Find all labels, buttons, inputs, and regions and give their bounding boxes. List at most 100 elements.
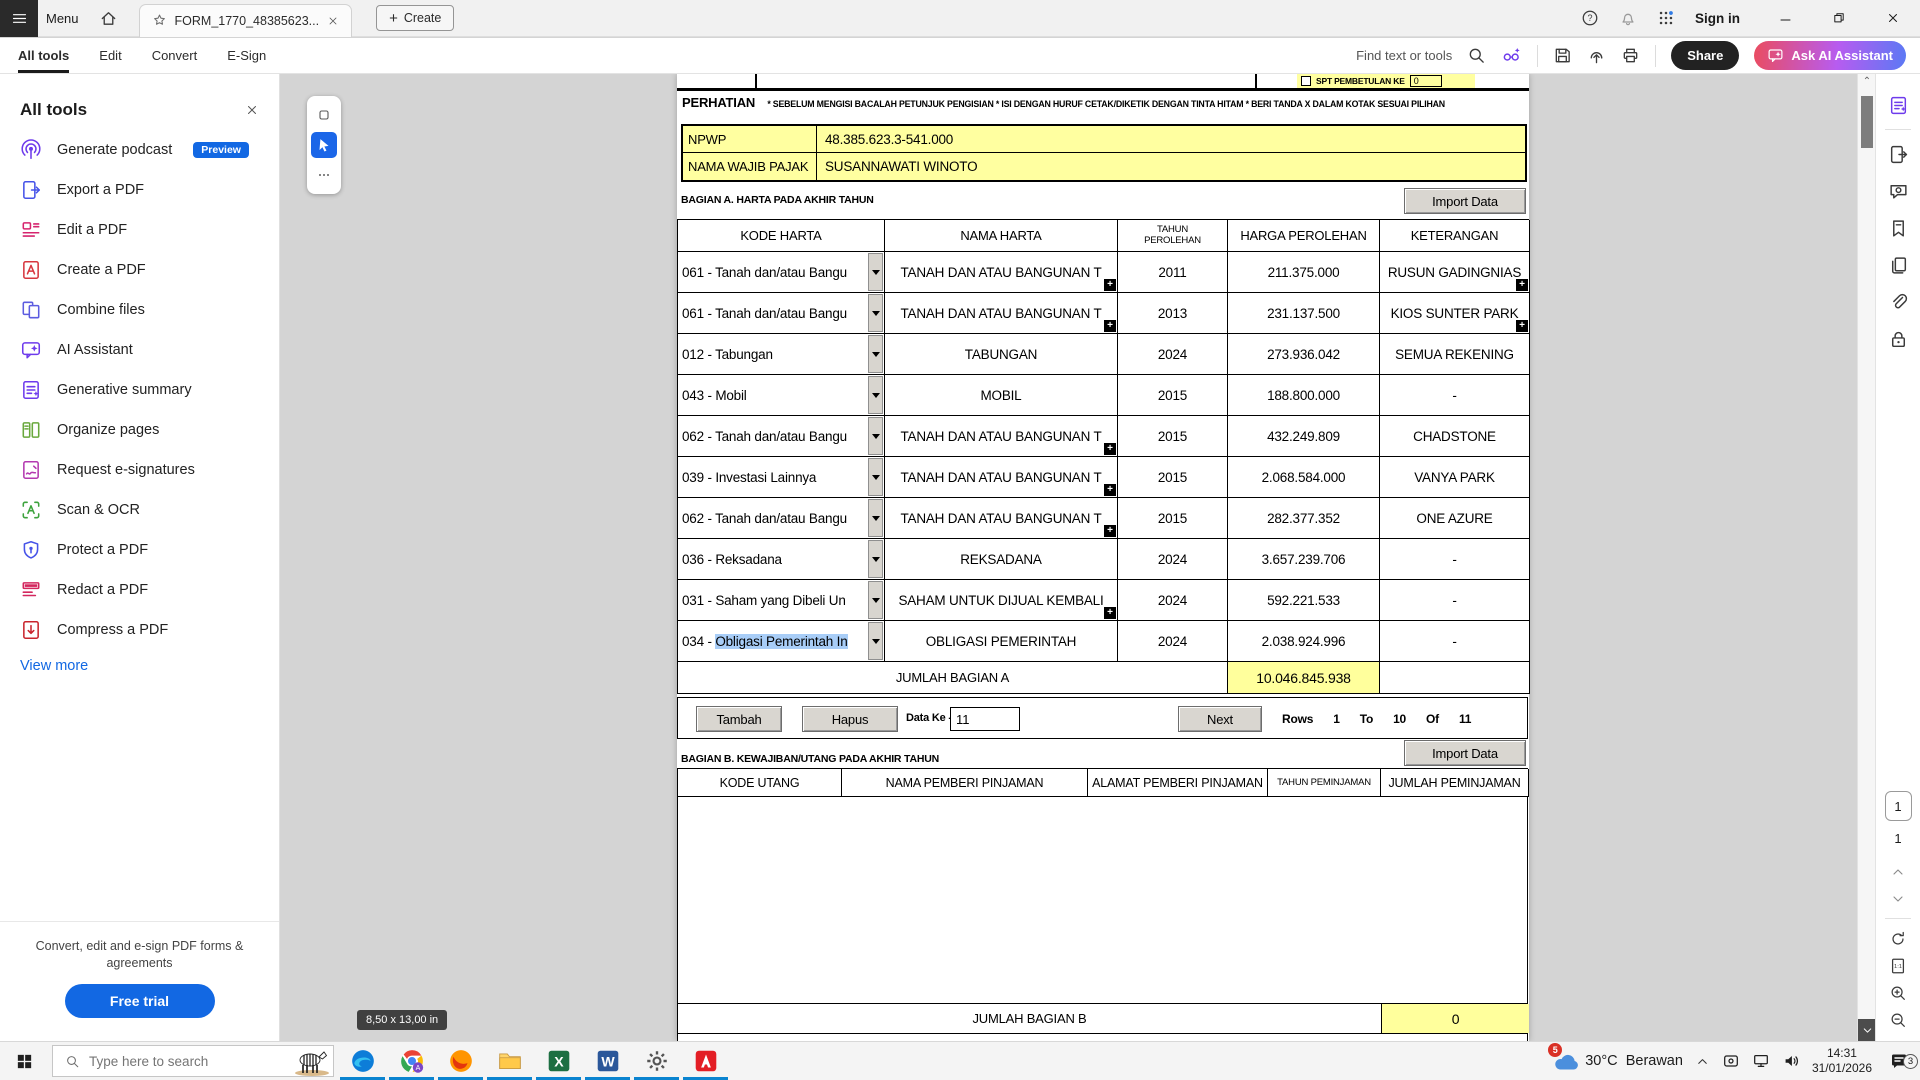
taskbar-app-word[interactable]: W (583, 1042, 632, 1080)
sidebar-item-create-a-pdf[interactable]: Create a PDF (0, 250, 279, 290)
scroll-down-button[interactable] (1858, 1019, 1876, 1041)
close-button[interactable] (1876, 0, 1910, 37)
spt-checkbox[interactable] (1301, 76, 1311, 86)
sidebar-item-ai-assistant[interactable]: AI Assistant (0, 330, 279, 370)
kode-harta-dropdown[interactable]: 012 - Tabungan (678, 334, 885, 375)
taskbar-app-acrobat[interactable] (681, 1042, 730, 1080)
nama-harta-cell[interactable]: TANAH DAN ATAU BANGUNAN T+ (885, 416, 1118, 457)
dropdown-button[interactable] (868, 417, 883, 455)
taskbar-app-edge[interactable] (338, 1042, 387, 1080)
dropdown-button[interactable] (868, 294, 883, 332)
notifications-bell-icon[interactable] (1619, 9, 1637, 27)
free-trial-button[interactable]: Free trial (65, 984, 215, 1018)
share-button[interactable]: Share (1671, 41, 1739, 70)
kode-harta-dropdown[interactable]: 034 - Obligasi Pemerintah In (678, 621, 885, 662)
expand-plus-icon[interactable]: + (1516, 320, 1528, 332)
search-icon[interactable] (1467, 46, 1486, 65)
hapus-button[interactable]: Hapus (802, 706, 898, 732)
npwp-value-field[interactable]: 48.385.623.3-541.000 (816, 126, 1525, 152)
nama-harta-cell[interactable]: MOBIL (885, 375, 1118, 416)
cast-tray-icon[interactable] (1722, 1052, 1740, 1070)
next-page-button[interactable] (1883, 885, 1913, 912)
taskbar-clock[interactable]: 14:31 31/01/2026 (1812, 1046, 1872, 1076)
actual-size-button[interactable]: 1:1 (1883, 952, 1913, 979)
vertical-scrollbar[interactable]: ⌃ (1857, 74, 1875, 1041)
zoom-in-button[interactable] (1883, 979, 1913, 1006)
kode-harta-dropdown[interactable]: 062 - Tanah dan/atau Bangu (678, 498, 885, 539)
sidebar-item-scan-ocr[interactable]: Scan & OCR (0, 490, 279, 530)
keterangan-cell[interactable]: - (1380, 375, 1530, 416)
kode-harta-dropdown[interactable]: 062 - Tanah dan/atau Bangu (678, 416, 885, 457)
next-button[interactable]: Next (1178, 706, 1262, 732)
harga-perolehan-cell[interactable]: 432.249.809 (1228, 416, 1380, 457)
nama-harta-cell[interactable]: TANAH DAN ATAU BANGUNAN T+ (885, 498, 1118, 539)
page-number-input[interactable]: 1 (1885, 791, 1912, 821)
rail-pages-button[interactable] (1881, 248, 1915, 282)
tahun-perolehan-cell[interactable]: 2024 (1118, 334, 1228, 375)
search-input[interactable] (89, 1054, 259, 1069)
tambah-button[interactable]: Tambah (696, 706, 782, 732)
tahun-perolehan-cell[interactable]: 2024 (1118, 580, 1228, 621)
panel-close-icon[interactable] (245, 103, 259, 117)
sidebar-item-compress-a-pdf[interactable]: Compress a PDF (0, 610, 279, 650)
volume-tray-icon[interactable] (1782, 1052, 1800, 1070)
kode-harta-dropdown[interactable]: 043 - Mobil (678, 375, 885, 416)
tab-close-icon[interactable] (327, 15, 339, 27)
sidebar-item-generative-summary[interactable]: Generative summary (0, 370, 279, 410)
nama-harta-cell[interactable]: OBLIGASI PEMERINTAH (885, 621, 1118, 662)
star-icon[interactable] (152, 13, 167, 28)
ai-find-icon[interactable] (1501, 45, 1522, 66)
tray-expand-icon[interactable] (1695, 1054, 1710, 1069)
keterangan-cell[interactable]: - (1380, 580, 1530, 621)
minimize-button[interactable] (1768, 0, 1802, 37)
expand-plus-icon[interactable]: + (1104, 607, 1116, 619)
expand-plus-icon[interactable]: + (1104, 320, 1116, 332)
dropdown-button[interactable] (868, 499, 883, 537)
sidebar-item-combine-files[interactable]: Combine files (0, 290, 279, 330)
find-label[interactable]: Find text or tools (1356, 48, 1452, 63)
document-tab[interactable]: FORM_1770_48385623... (139, 4, 353, 37)
tahun-perolehan-cell[interactable]: 2015 (1118, 375, 1228, 416)
help-icon[interactable]: ? (1581, 9, 1599, 27)
scrollbar-thumb[interactable] (1861, 96, 1873, 148)
tahun-perolehan-cell[interactable]: 2013 (1118, 293, 1228, 334)
keterangan-cell[interactable]: CHADSTONE (1380, 416, 1530, 457)
taskbar-app-chrome[interactable]: A (387, 1042, 436, 1080)
upload-cloud-icon[interactable] (1587, 46, 1606, 65)
kode-harta-dropdown[interactable]: 039 - Investasi Lainnya (678, 457, 885, 498)
select-tool-button[interactable] (311, 132, 337, 158)
sidebar-item-protect-a-pdf[interactable]: Protect a PDF (0, 530, 279, 570)
taskbar-app-settings[interactable] (632, 1042, 681, 1080)
restore-button[interactable] (1822, 0, 1856, 37)
harga-perolehan-cell[interactable]: 188.800.000 (1228, 375, 1380, 416)
keterangan-cell[interactable]: RUSUN GADINGNIAS+ (1380, 252, 1530, 293)
expand-plus-icon[interactable]: + (1104, 525, 1116, 537)
harga-perolehan-cell[interactable]: 2.068.584.000 (1228, 457, 1380, 498)
keterangan-cell[interactable]: VANYA PARK (1380, 457, 1530, 498)
rotate-page-button[interactable] (1883, 925, 1913, 952)
harga-perolehan-cell[interactable]: 592.221.533 (1228, 580, 1380, 621)
harga-perolehan-cell[interactable]: 2.038.924.996 (1228, 621, 1380, 662)
harga-perolehan-cell[interactable]: 211.375.000 (1228, 252, 1380, 293)
sidebar-item-redact-a-pdf[interactable]: Redact a PDF (0, 570, 279, 610)
rail-bookmarks-button[interactable] (1881, 211, 1915, 245)
toolbar-tab-edit[interactable]: Edit (99, 38, 121, 73)
tahun-perolehan-cell[interactable]: 2015 (1118, 457, 1228, 498)
tahun-perolehan-cell[interactable]: 2015 (1118, 498, 1228, 539)
nama-value-field[interactable]: SUSANNAWATI WINOTO (816, 153, 1525, 180)
taskbar-app-firefox[interactable] (436, 1042, 485, 1080)
harga-perolehan-cell[interactable]: 3.657.239.706 (1228, 539, 1380, 580)
dropdown-button[interactable] (868, 335, 883, 373)
tahun-perolehan-cell[interactable]: 2024 (1118, 539, 1228, 580)
kode-harta-dropdown[interactable]: 061 - Tanah dan/atau Bangu (678, 252, 885, 293)
rail-lock-button[interactable] (1881, 322, 1915, 356)
create-button[interactable]: + Create (376, 5, 454, 31)
dropdown-button[interactable] (868, 253, 883, 291)
toolbar-tab-e-sign[interactable]: E-Sign (227, 38, 266, 73)
nama-harta-cell[interactable]: TABUNGAN (885, 334, 1118, 375)
zoom-out-button[interactable] (1883, 1006, 1913, 1033)
rail-summary-button[interactable] (1881, 88, 1915, 122)
sidebar-item-edit-a-pdf[interactable]: Edit a PDF (0, 210, 279, 250)
tahun-perolehan-cell[interactable]: 2011 (1118, 252, 1228, 293)
ask-ai-button[interactable]: Ask AI Assistant (1754, 41, 1906, 70)
